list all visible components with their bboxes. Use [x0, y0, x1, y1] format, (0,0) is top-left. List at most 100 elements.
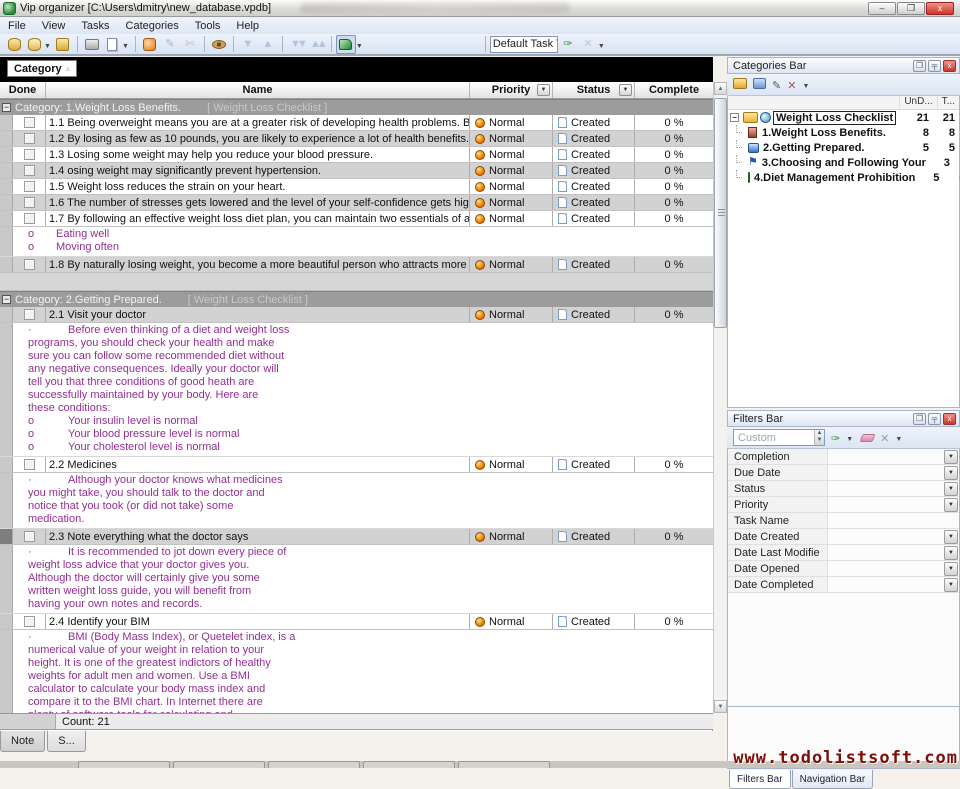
column-header-priority[interactable]: Priority▼ [470, 82, 553, 98]
tree-item[interactable]: ⚑3.Choosing and Following Your33 [728, 155, 959, 170]
clear-view-button[interactable]: ✕ [578, 35, 598, 54]
column-header-complete[interactable]: Complete [635, 82, 713, 98]
filter-dropdown-button[interactable]: ▼ [944, 482, 958, 496]
task-row[interactable]: 2.4 Identify your BIMNormalCreated0 % [0, 614, 713, 630]
new-database-button[interactable] [24, 35, 44, 54]
task-name-cell[interactable]: 2.2 Medicines [46, 457, 470, 472]
task-view-button[interactable] [336, 35, 356, 54]
edit-category-button[interactable]: ✎ [772, 76, 781, 94]
print-menu-caret[interactable]: ▼ [122, 43, 129, 50]
column-header-status[interactable]: Status▼ [553, 82, 635, 98]
delete-category-button[interactable]: ✕ [787, 76, 796, 94]
column-total[interactable]: T... [937, 96, 959, 109]
priority-filter-dropdown[interactable]: ▼ [537, 84, 550, 96]
menu-tasks[interactable]: Tasks [73, 19, 117, 33]
group-by-category-button[interactable]: Category ▵ [7, 60, 77, 77]
menu-tools[interactable]: Tools [187, 19, 229, 33]
tab-note[interactable]: Note [0, 731, 45, 752]
task-row[interactable]: 2.1 Visit your doctorNormalCreated0 % [0, 307, 713, 323]
tree-item[interactable]: 1.Weight Loss Benefits.88 [728, 125, 959, 140]
erase-filter-button[interactable] [861, 429, 874, 447]
task-row[interactable]: 2.2 MedicinesNormalCreated0 % [0, 457, 713, 473]
apply-filter-caret[interactable]: ▼ [846, 436, 853, 443]
column-header-done[interactable]: Done [0, 82, 46, 98]
task-priority-cell[interactable]: Normal [470, 115, 553, 130]
task-checkbox[interactable] [24, 197, 35, 208]
column-undone[interactable]: UnD... [899, 96, 936, 109]
filter-dropdown-button[interactable]: ▼ [944, 530, 958, 544]
task-priority-cell[interactable]: Normal [470, 163, 553, 178]
menu-categories[interactable]: Categories [118, 19, 187, 33]
task-status-cell[interactable]: Created [553, 195, 635, 210]
filter-dropdown-button[interactable]: ▼ [944, 546, 958, 560]
new-task-button[interactable] [140, 35, 160, 54]
move-bottom-button[interactable]: ▼▼ [287, 35, 307, 54]
task-row[interactable]: 1.2 By losing as few as 10 pounds, you a… [0, 131, 713, 147]
categories-restore-button[interactable]: ❐ [913, 60, 926, 72]
task-name-cell[interactable]: 1.1 Being overweight means you are at a … [46, 115, 470, 130]
collapse-group-icon[interactable]: − [2, 295, 11, 304]
task-checkbox[interactable] [24, 459, 35, 470]
task-status-cell[interactable]: Created [553, 307, 635, 322]
new-category-button[interactable] [733, 76, 747, 94]
filter-value[interactable] [828, 529, 944, 544]
minimize-button[interactable]: – [868, 2, 896, 15]
task-checkbox[interactable] [24, 149, 35, 160]
tree-collapse-icon[interactable]: − [730, 113, 739, 122]
task-row[interactable]: 1.5 Weight loss reduces the strain on yo… [0, 179, 713, 195]
task-name-cell[interactable]: 2.4 Identify your BIM [46, 614, 470, 629]
task-checkbox[interactable] [24, 117, 35, 128]
task-checkbox[interactable] [24, 181, 35, 192]
task-priority-cell[interactable]: Normal [470, 529, 553, 544]
task-status-cell[interactable]: Created [553, 457, 635, 472]
category-group-row[interactable]: −Category: 1.Weight Loss Benefits.[ Weig… [0, 99, 713, 115]
tab-filters-bar[interactable]: Filters Bar [729, 770, 791, 789]
tab-navigation-bar[interactable]: Navigation Bar [792, 770, 874, 789]
filter-value[interactable] [828, 513, 959, 528]
close-button[interactable]: x [926, 2, 954, 15]
task-status-cell[interactable]: Created [553, 614, 635, 629]
task-row[interactable]: 1.7 By following an effective weight los… [0, 211, 713, 227]
menu-help[interactable]: Help [228, 19, 267, 33]
task-row[interactable]: 1.4 osing weight may significantly preve… [0, 163, 713, 179]
task-name-cell[interactable]: 2.1 Visit your doctor [46, 307, 470, 322]
task-priority-cell[interactable]: Normal [470, 307, 553, 322]
task-row[interactable]: 1.1 Being overweight means you are at a … [0, 115, 713, 131]
menu-file[interactable]: File [0, 19, 34, 33]
column-header-name[interactable]: Name [46, 82, 470, 98]
task-status-cell[interactable]: Created [553, 131, 635, 146]
task-name-cell[interactable]: 1.6 The number of stresses gets lowered … [46, 195, 470, 210]
filter-dropdown-button[interactable]: ▼ [944, 498, 958, 512]
task-checkbox[interactable] [24, 259, 35, 270]
filter-value[interactable] [828, 545, 944, 560]
move-down-button[interactable]: ▼ [238, 35, 258, 54]
scroll-thumb[interactable] [714, 98, 727, 328]
filter-value[interactable] [828, 481, 944, 496]
filter-value[interactable] [828, 561, 944, 576]
database-menu-caret[interactable]: ▼ [44, 43, 51, 50]
filter-preset-spinner[interactable]: ▲▼ [814, 430, 824, 445]
task-priority-cell[interactable]: Normal [470, 614, 553, 629]
filter-preset-select[interactable]: Custom ▲▼ [733, 429, 825, 446]
new-subcategory-button[interactable] [753, 76, 766, 94]
categories-close-button[interactable]: x [943, 60, 956, 72]
task-row[interactable]: 1.3 Losing some weight may help you redu… [0, 147, 713, 163]
menu-view[interactable]: View [34, 19, 74, 33]
filter-value[interactable] [828, 465, 944, 480]
filter-dropdown-button[interactable]: ▼ [944, 562, 958, 576]
task-priority-cell[interactable]: Normal [470, 131, 553, 146]
collapse-group-icon[interactable]: − [2, 103, 11, 112]
categories-pin-button[interactable]: ╤ [928, 60, 941, 72]
task-status-cell[interactable]: Created [553, 529, 635, 544]
tree-item[interactable]: −Weight Loss Checklist2121 [728, 110, 959, 125]
delete-task-button[interactable]: ✄ [180, 35, 200, 54]
task-name-cell[interactable]: 1.7 By following an effective weight los… [46, 211, 470, 226]
filter-dropdown-button[interactable]: ▼ [944, 466, 958, 480]
tab-s[interactable]: S... [47, 731, 86, 752]
task-name-cell[interactable]: 1.5 Weight loss reduces the strain on yo… [46, 179, 470, 194]
category-group-row[interactable]: −Category: 2.Getting Prepared.[ Weight L… [0, 291, 713, 307]
task-status-cell[interactable]: Created [553, 257, 635, 272]
task-name-cell[interactable]: 2.3 Note everything what the doctor says [46, 529, 470, 544]
task-row[interactable]: 1.8 By naturally losing weight, you beco… [0, 257, 713, 273]
clear-filter-button[interactable]: ✕ [880, 429, 889, 447]
